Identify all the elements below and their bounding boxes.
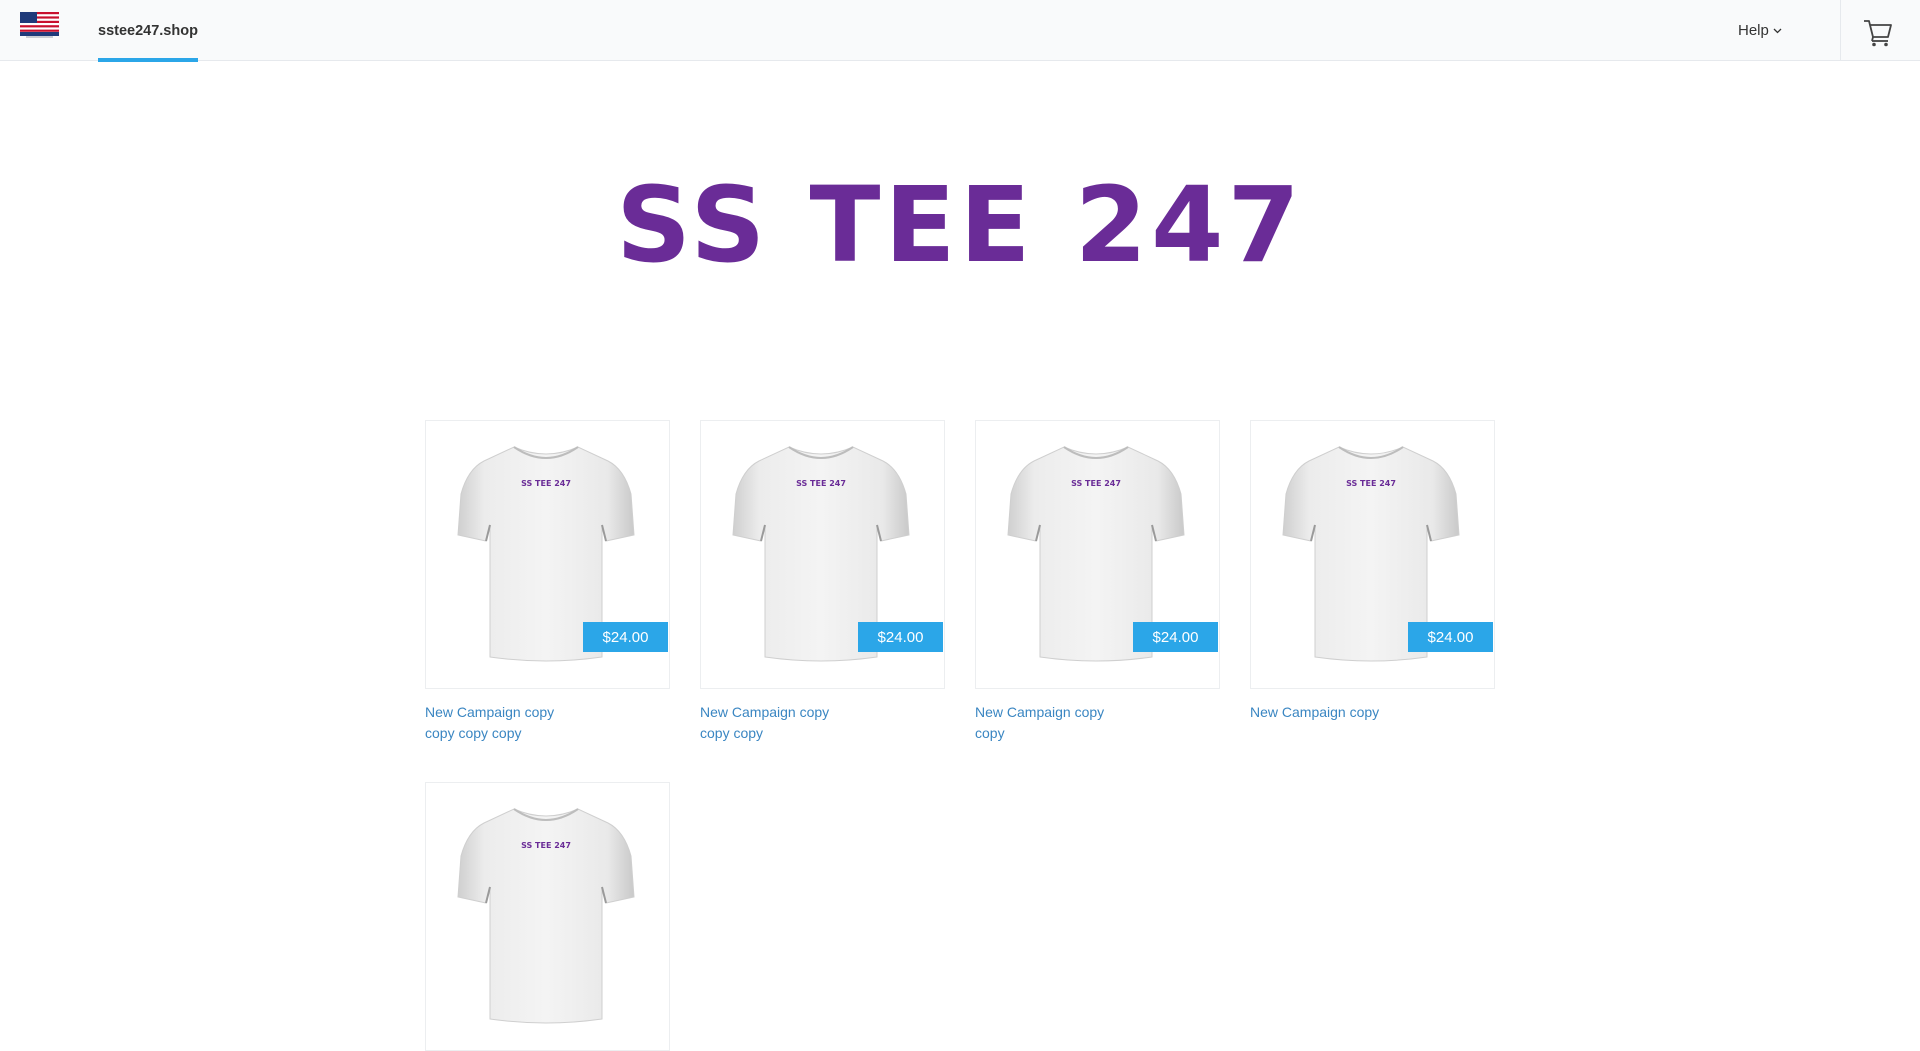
product-thumbnail[interactable]: SS TEE 247 $24.00 xyxy=(700,420,945,689)
product-thumbnail[interactable]: SS TEE 247 $24.00 xyxy=(1250,420,1495,689)
product-card[interactable]: SS TEE 247 $24.00 New Campaign copy copy … xyxy=(700,420,945,744)
tshirt-image: SS TEE 247 xyxy=(457,808,635,1024)
chevron-down-icon xyxy=(1773,28,1782,34)
product-title-link[interactable]: New Campaign copy xyxy=(1250,702,1390,723)
price-badge: $24.00 xyxy=(858,622,943,652)
top-navigation-bar: sstee247.shop Help xyxy=(0,0,1920,62)
usa-flag-logo-icon[interactable] xyxy=(20,12,59,38)
product-card[interactable]: SS TEE 247 $24.00 New Campaign copy copy … xyxy=(425,420,670,744)
product-card[interactable]: SS TEE 247 xyxy=(425,782,670,1051)
product-title-link[interactable]: New Campaign copy copy copy xyxy=(700,702,840,744)
shirt-print-text: SS TEE 247 xyxy=(521,479,571,488)
hero-title: SS TEE 247 xyxy=(616,164,1304,286)
shirt-print-text: SS TEE 247 xyxy=(796,479,846,488)
product-thumbnail[interactable]: SS TEE 247 $24.00 xyxy=(425,420,670,689)
product-title-link[interactable]: New Campaign copy copy copy copy xyxy=(425,702,565,744)
store-name-label: sstee247.shop xyxy=(98,22,198,39)
shirt-print-text: SS TEE 247 xyxy=(1071,479,1121,488)
cart-divider xyxy=(1840,0,1841,61)
product-card[interactable]: SS TEE 247 $24.00 New Campaign copy copy xyxy=(975,420,1220,744)
shirt-print-text: SS TEE 247 xyxy=(521,841,571,850)
product-title-link[interactable]: New Campaign copy copy xyxy=(975,702,1115,744)
active-tab-indicator xyxy=(98,58,198,62)
hero-banner: SS TEE 247 xyxy=(0,160,1920,290)
price-badge: $24.00 xyxy=(1133,622,1218,652)
store-name-tab[interactable]: sstee247.shop xyxy=(98,0,198,62)
product-thumbnail[interactable]: SS TEE 247 $24.00 xyxy=(975,420,1220,689)
price-badge: $24.00 xyxy=(583,622,668,652)
shopping-cart-icon[interactable] xyxy=(1862,16,1894,48)
shirt-print-text: SS TEE 247 xyxy=(1346,479,1396,488)
price-badge: $24.00 xyxy=(1408,622,1493,652)
help-dropdown[interactable]: Help xyxy=(1738,0,1782,61)
help-label: Help xyxy=(1738,22,1769,39)
product-thumbnail[interactable]: SS TEE 247 xyxy=(425,782,670,1051)
product-card[interactable]: SS TEE 247 $24.00 New Campaign copy xyxy=(1250,420,1495,723)
